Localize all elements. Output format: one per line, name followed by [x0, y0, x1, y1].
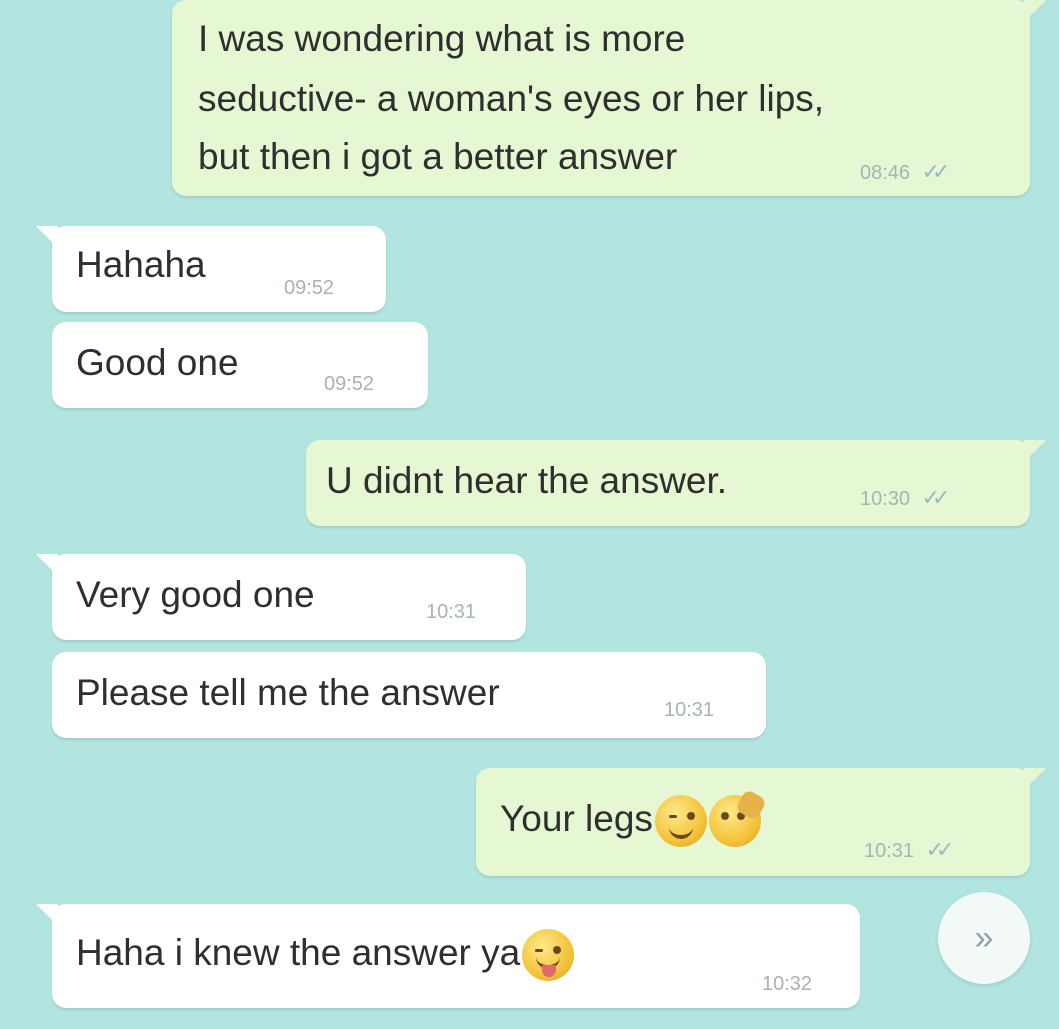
message-meta: 10:31 ✓✓ [864, 837, 955, 863]
message-text: Hahaha [76, 244, 206, 285]
message-line: but then i got a better answer [198, 136, 678, 177]
message-text: Haha i knew the answer ya [76, 932, 521, 973]
message-time: 09:52 [284, 277, 335, 299]
message-time: 09:52 [324, 373, 375, 395]
message-meta: 08:46 ✓✓ [860, 159, 951, 185]
message-bubble-incoming[interactable]: Very good one 10:31 [36, 554, 526, 640]
message-text: Your legs [500, 798, 653, 839]
message-text: Good one [76, 342, 239, 383]
double-check-icon: ✓✓ [925, 837, 955, 862]
message-time: 10:31 [664, 699, 715, 721]
message-content: Haha i knew the answer ya [76, 922, 575, 984]
message-bubble-incoming[interactable]: Hahaha 09:52 [36, 226, 386, 312]
message-content: Your legs [500, 788, 768, 850]
message-time: 10:30 [860, 488, 911, 510]
message-bubble-outgoing[interactable]: U didnt hear the answer. 10:30 ✓✓ [306, 440, 1046, 526]
message-line: seductive- a woman's eyes or her lips, [198, 78, 825, 119]
message-time: 08:46 [860, 162, 911, 184]
message-time: 10:31 [864, 840, 915, 862]
scroll-to-bottom-button[interactable]: » [938, 892, 1030, 984]
winking-face-with-tongue-emoji [522, 929, 575, 982]
winking-face-emoji [654, 795, 707, 848]
message-bubble-incoming[interactable]: Please tell me the answer 10:31 [52, 652, 766, 738]
message-bubble-outgoing[interactable]: I was wondering what is more seductive- … [172, 0, 1046, 196]
message-time: 10:31 [426, 601, 477, 623]
double-check-icon: ✓✓ [921, 485, 951, 510]
message-bubble-incoming[interactable]: Haha i knew the answer ya 10:32 [36, 904, 860, 1008]
message-time: 10:32 [762, 973, 813, 995]
message-text: U didnt hear the answer. [326, 460, 728, 501]
message-line: I was wondering what is more [198, 18, 686, 59]
message-bubble-incoming[interactable]: Good one 09:52 [52, 322, 428, 408]
message-meta: 10:30 ✓✓ [860, 485, 951, 511]
message-text: Very good one [76, 574, 315, 615]
message-bubble-outgoing[interactable]: Your legs 10:31 ✓✓ [476, 768, 1046, 876]
double-check-icon: ✓✓ [921, 159, 951, 184]
face-with-hand-over-mouth-emoji [708, 788, 768, 848]
message-text: Please tell me the answer [76, 672, 500, 713]
double-chevron-down-icon: » [974, 919, 994, 957]
